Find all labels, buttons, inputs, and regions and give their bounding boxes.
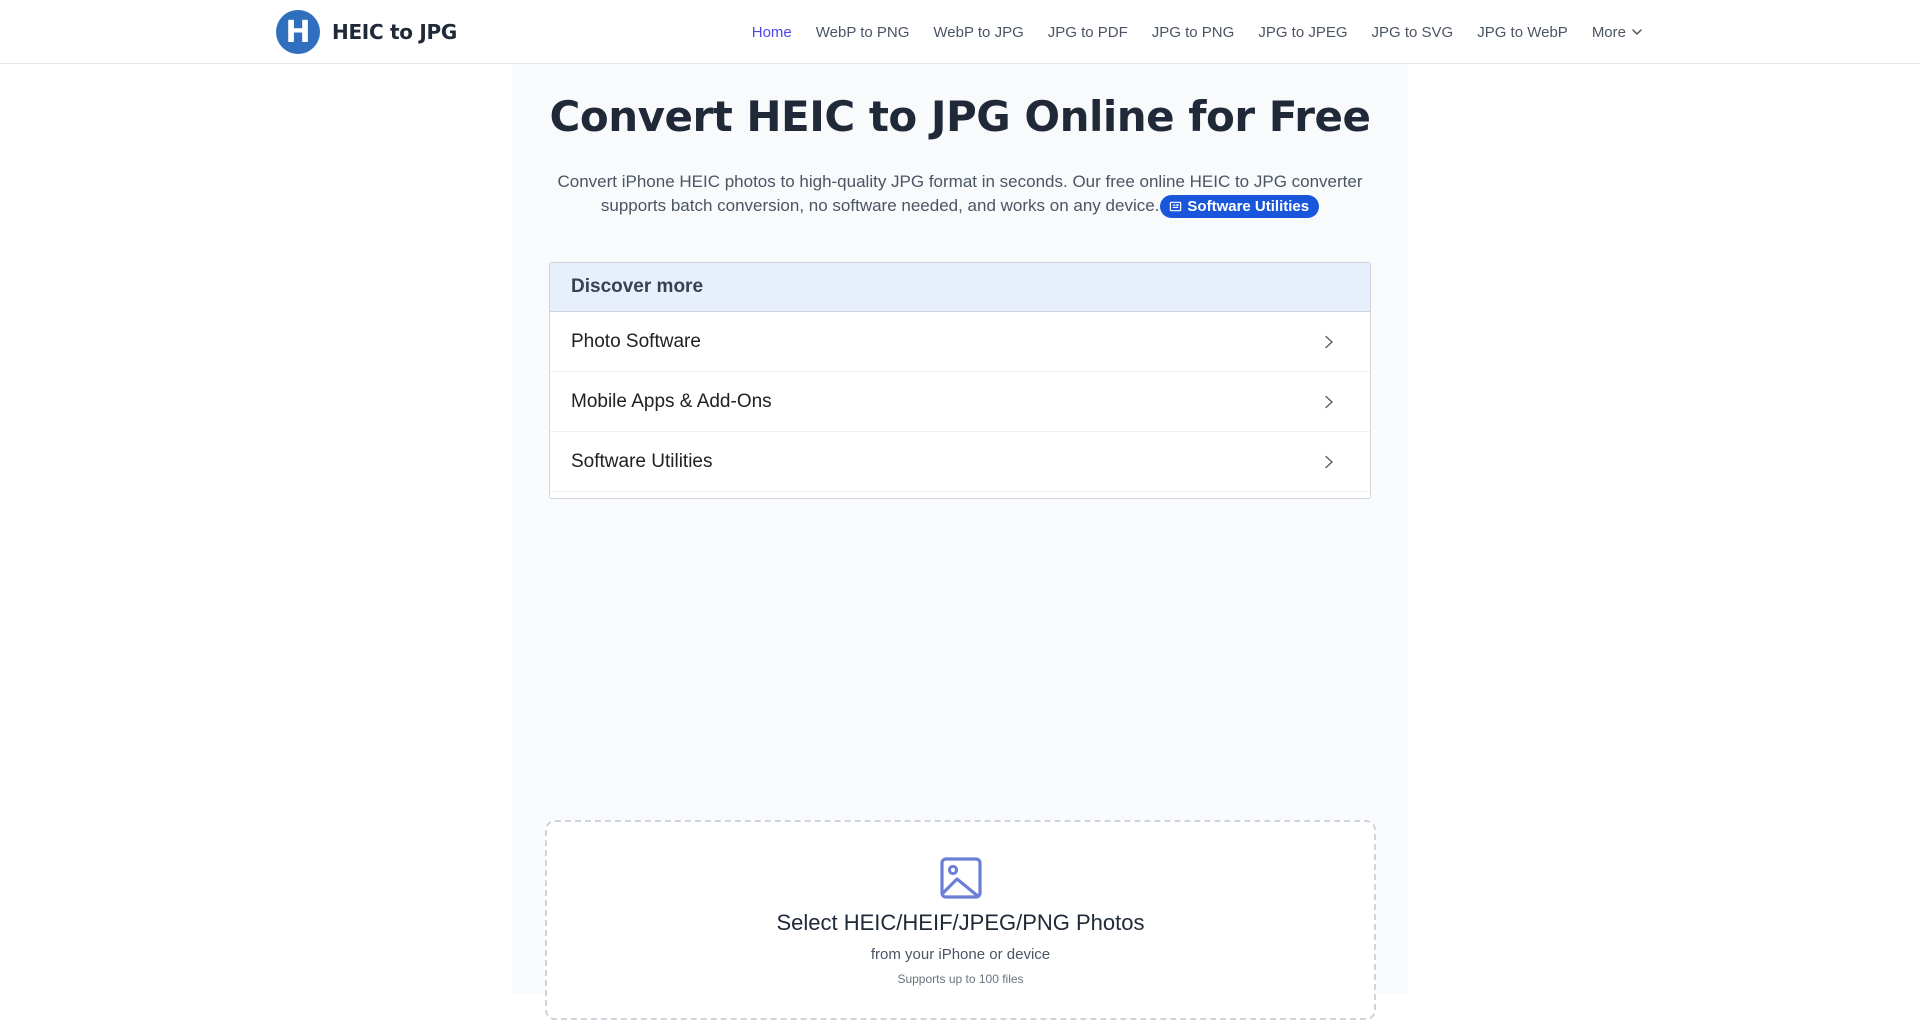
logo-text: HEIC to JPG — [332, 20, 457, 44]
nav-webp-to-png[interactable]: WebP to PNG — [816, 24, 910, 41]
chevron-right-icon — [1325, 395, 1333, 408]
upload-dropzone[interactable]: Select HEIC/HEIF/JPEG/PNG Photos from yo… — [545, 820, 1376, 1020]
software-utilities-chip-label: Software Utilities — [1187, 197, 1310, 215]
newspaper-icon — [1170, 201, 1182, 212]
software-utilities-chip[interactable]: Software Utilities — [1160, 195, 1320, 219]
main-content: Convert HEIC to JPG Online for Free Conv… — [512, 64, 1408, 1020]
discover-item-mobile-apps[interactable]: Mobile Apps & Add-Ons — [550, 372, 1370, 432]
discover-item-label: Software Utilities — [571, 450, 713, 472]
page-title: Convert HEIC to JPG Online for Free — [549, 92, 1371, 141]
nav-jpg-to-webp[interactable]: JPG to WebP — [1477, 24, 1568, 41]
nav-jpg-to-png[interactable]: JPG to PNG — [1152, 24, 1235, 41]
site-header: H HEIC to JPG Home WebP to PNG WebP to J… — [0, 0, 1920, 64]
upload-title: Select HEIC/HEIF/JPEG/PNG Photos — [776, 910, 1145, 935]
chevron-right-icon — [1325, 455, 1333, 468]
discover-item-label: Photo Software — [571, 330, 701, 352]
nav-home[interactable]: Home — [752, 24, 792, 41]
upload-limit-note: Supports up to 100 files — [897, 972, 1024, 986]
main-nav: Home WebP to PNG WebP to JPG JPG to PDF … — [728, 0, 1643, 64]
chevron-down-icon — [1632, 29, 1642, 35]
nav-jpg-to-svg[interactable]: JPG to SVG — [1372, 24, 1454, 41]
nav-more-dropdown[interactable]: More — [1592, 24, 1643, 41]
nav-more-label: More — [1591, 23, 1626, 41]
chevron-right-icon — [1325, 335, 1333, 348]
discover-item-software-utilities[interactable]: Software Utilities — [550, 432, 1370, 492]
nav-jpg-to-pdf[interactable]: JPG to PDF — [1048, 24, 1128, 41]
upload-subtitle: from your iPhone or device — [870, 946, 1051, 963]
discover-item-photo-software[interactable]: Photo Software — [550, 312, 1370, 372]
page-subtitle: Convert iPhone HEIC photos to high-quali… — [552, 170, 1368, 219]
discover-more-panel: Discover more Photo Software Mobile Apps… — [549, 262, 1371, 499]
logo-mark: H — [276, 10, 320, 54]
nav-webp-to-jpg[interactable]: WebP to JPG — [933, 24, 1023, 41]
site-logo[interactable]: H HEIC to JPG — [276, 10, 457, 54]
nav-jpg-to-jpeg[interactable]: JPG to JPEG — [1258, 24, 1347, 41]
discover-item-label: Mobile Apps & Add-Ons — [571, 390, 772, 412]
image-icon — [940, 857, 982, 899]
discover-more-heading: Discover more — [550, 263, 1370, 312]
